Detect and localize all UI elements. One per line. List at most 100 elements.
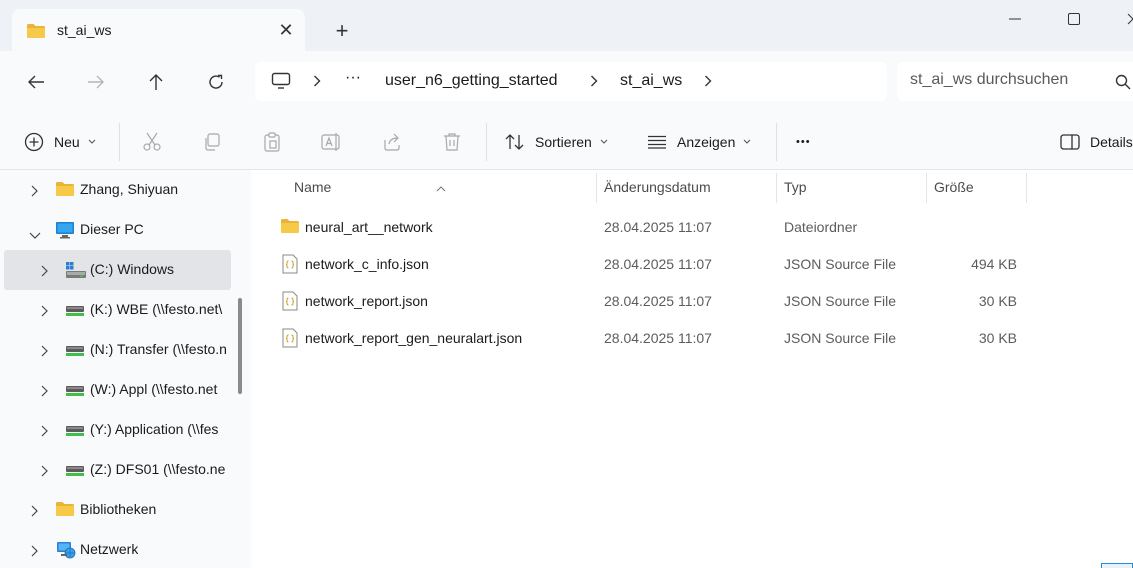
resize-grip[interactable] [1101,563,1133,568]
chevron-right-icon[interactable] [41,264,48,280]
navigation-pane: Zhang, Shiyuan Dieser PC (C:) Windows (K… [0,170,251,568]
table-row[interactable]: neural_art__network 28.04.2025 11:07 Dat… [251,208,1133,245]
column-header-size-label: Größe [934,179,974,195]
sidebar-item-label: Dieser PC [80,221,144,237]
sidebar-item-label: (N:) Transfer (\\festo.n [90,341,227,357]
sidebar-item-drive-y[interactable]: (Y:) Application (\\fes [4,410,231,450]
network-drive-icon [65,384,85,400]
copy-icon[interactable] [200,130,224,154]
sidebar-item-drive-n[interactable]: (N:) Transfer (\\festo.n [4,330,231,370]
chevron-right-icon[interactable] [313,74,321,91]
folder-icon [26,23,46,42]
maximize-icon[interactable] [1051,0,1097,38]
delete-icon[interactable] [440,130,464,154]
command-bar: Neu Sortieren Anzeigen ••• Details [0,112,1133,170]
sort-button-label: Sortieren [535,134,592,150]
column-header-type[interactable]: Typ [777,170,926,206]
close-tab-icon[interactable]: ✕ [276,20,296,40]
refresh-button[interactable] [200,66,232,98]
sidebar-item-label: Zhang, Shiyuan [80,181,179,197]
monitor-icon[interactable] [271,72,291,93]
chevron-right-icon[interactable] [31,504,38,520]
tab-st-ai-ws[interactable]: st_ai_ws ✕ [12,9,305,51]
up-button[interactable] [140,66,172,98]
sort-button[interactable]: Sortieren [505,128,608,156]
sidebar-item-network[interactable]: Netzwerk [4,530,231,568]
refresh-icon [209,74,223,89]
sort-icon [505,134,524,150]
chevron-right-icon[interactable] [41,424,48,440]
window-close-icon[interactable] [1110,0,1133,38]
sidebar-item-label: Netzwerk [80,541,139,557]
file-type: Dateiordner [784,219,858,235]
view-button-label: Anzeigen [677,134,736,150]
view-button[interactable]: Anzeigen [647,128,751,156]
json-file-icon [282,254,298,277]
sidebar-item-drive-c[interactable]: (C:) Windows [4,250,231,290]
chevron-right-icon[interactable] [41,304,48,320]
paste-icon[interactable] [260,130,284,154]
sidebar-scrollbar[interactable] [238,298,242,394]
table-row[interactable]: network_report_gen_neuralart.json 28.04.… [251,319,1133,356]
file-date: 28.04.2025 11:07 [604,330,712,346]
table-row[interactable]: network_c_info.json 28.04.2025 11:07 JSO… [251,245,1133,282]
network-drive-icon [65,424,85,440]
network-drive-icon [65,344,85,360]
chevron-right-icon[interactable] [41,384,48,400]
column-header-name[interactable]: Name [251,170,596,206]
search-input[interactable] [910,71,1100,89]
arrow-up-icon [149,74,163,90]
column-header-type-label: Typ [784,179,807,195]
cut-icon[interactable] [140,130,164,154]
json-file-icon [282,291,298,314]
chevron-right-icon[interactable] [31,184,38,200]
chevron-right-icon[interactable] [590,74,598,91]
new-tab-button[interactable]: + [329,18,355,44]
arrow-right-icon [88,75,104,89]
folder-icon [280,218,300,237]
new-button[interactable]: Neu [24,128,96,156]
search-box[interactable] [897,62,1133,101]
sidebar-item-libraries[interactable]: Bibliotheken [4,490,231,530]
details-button-label: Details [1090,134,1133,150]
view-list-icon [648,135,666,149]
sidebar-item-drive-w[interactable]: (W:) Appl (\\festo.net [4,370,231,410]
back-button[interactable] [20,66,52,98]
details-pane-icon [1060,134,1080,150]
column-header-date-label: Änderungsdatum [604,179,711,195]
chevron-right-icon[interactable] [31,544,38,560]
breadcrumb-more-icon[interactable]: ··· [345,69,361,87]
minimize-icon[interactable] [992,0,1038,38]
network-icon [55,541,77,562]
sidebar-item-user-folder[interactable]: Zhang, Shiyuan [4,170,231,210]
sidebar-item-this-pc[interactable]: Dieser PC [4,210,231,250]
rename-icon[interactable] [320,130,344,154]
breadcrumb[interactable]: ··· user_n6_getting_started st_ai_ws [255,62,887,101]
column-divider[interactable] [1026,173,1027,203]
windows-drive-icon [65,261,87,282]
folder-icon [55,181,75,200]
table-row[interactable]: network_report.json 28.04.2025 11:07 JSO… [251,282,1133,319]
column-header-size[interactable]: Größe [927,170,1026,206]
details-button[interactable]: Details [1060,128,1133,156]
chevron-right-icon[interactable] [41,344,48,360]
file-name: neural_art__network [305,219,433,235]
breadcrumb-item-st-ai-ws[interactable]: st_ai_ws [620,72,682,90]
title-bar: st_ai_ws ✕ + [0,0,1133,51]
file-name: network_report.json [305,293,428,309]
sort-ascending-icon [436,179,446,195]
sidebar-item-drive-z[interactable]: (Z:) DFS01 (\\festo.ne [4,450,231,490]
forward-button[interactable] [80,66,112,98]
breadcrumb-item-user-n6[interactable]: user_n6_getting_started [385,72,558,90]
file-type: JSON Source File [784,256,897,272]
sidebar-item-drive-k[interactable]: (K:) WBE (\\festo.net\ [4,290,231,330]
library-icon [55,501,75,520]
chevron-right-icon[interactable] [704,74,712,91]
share-icon[interactable] [380,130,404,154]
chevron-right-icon[interactable] [41,464,48,480]
arrow-left-icon [28,75,44,89]
more-options-icon[interactable]: ••• [796,128,811,156]
column-header-date[interactable]: Änderungsdatum [597,170,776,206]
search-icon[interactable] [1115,74,1131,93]
chevron-down-icon[interactable] [29,226,41,242]
